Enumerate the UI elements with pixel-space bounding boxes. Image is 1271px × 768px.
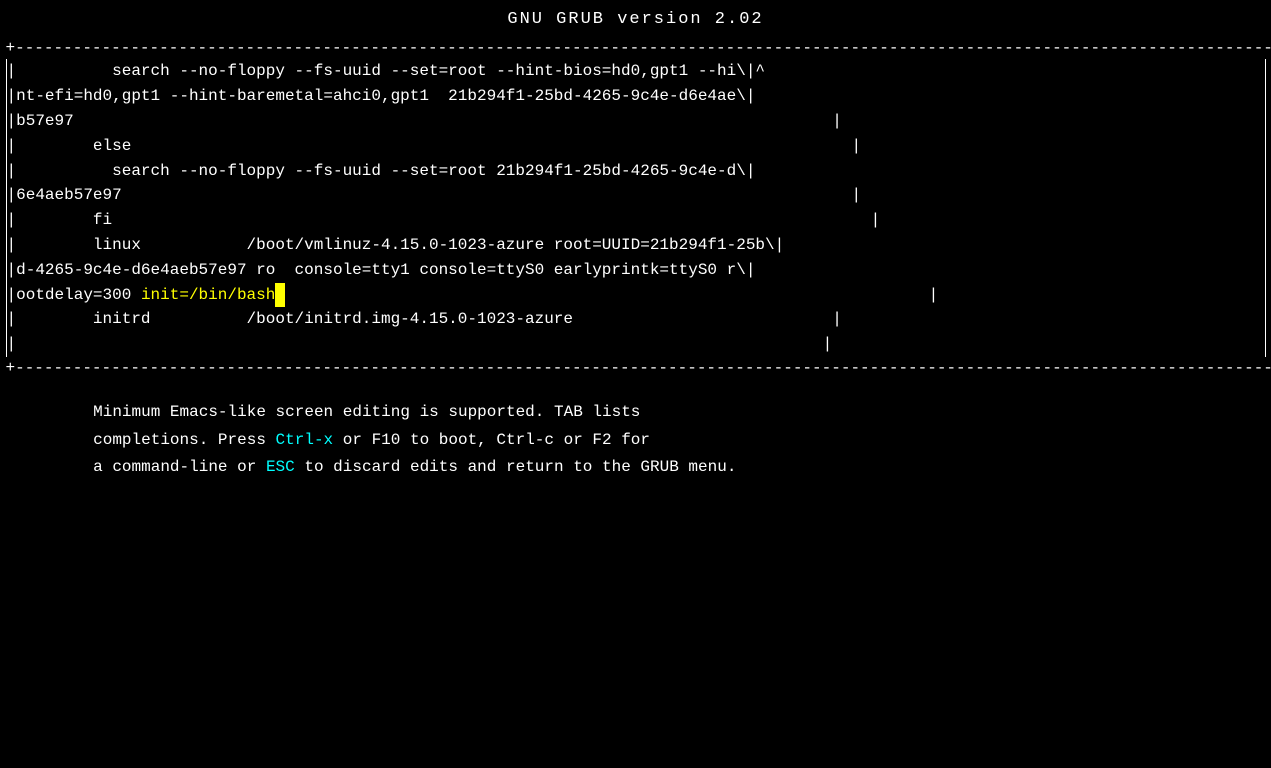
code-line-10: | ootdelay=300 init=/bin/bash | <box>7 283 1265 308</box>
line-content: nt-efi=hd0,gpt1 --hint-baremetal=ahci0,g… <box>16 84 1264 109</box>
init-bash-highlight: init=/bin/bash <box>141 286 275 304</box>
editor-box[interactable]: | search --no-floppy --fs-uuid --set=roo… <box>6 59 1266 357</box>
code-line-3: | b57e97 | <box>7 109 1265 134</box>
code-line-5: | search --no-floppy --fs-uuid --set=roo… <box>7 159 1265 184</box>
border-top: +---------------------------------------… <box>6 37 1266 59</box>
grub-title: GNU GRUB version 2.02 <box>507 10 763 29</box>
help-line-3: a command-line or ESC to discard edits a… <box>36 454 1236 481</box>
line-content: else | <box>16 134 1264 159</box>
pipe-left: | <box>7 332 17 357</box>
code-line-9: | d-4265-9c4e-d6e4aeb57e97 ro console=tt… <box>7 258 1265 283</box>
pipe-left: | <box>7 307 17 332</box>
esc-highlight: ESC <box>266 458 295 476</box>
pipe-left: | <box>7 109 17 134</box>
pipe-left: | <box>7 59 17 84</box>
code-line-7: | fi | <box>7 208 1265 233</box>
help-line-2: completions. Press Ctrl-x or F10 to boot… <box>36 427 1236 454</box>
code-line-1: | search --no-floppy --fs-uuid --set=roo… <box>7 59 1265 84</box>
line-content: linux /boot/vmlinuz-4.15.0-1023-azure ro… <box>16 233 1264 258</box>
help-line-1: Minimum Emacs-like screen editing is sup… <box>36 399 1236 426</box>
pipe-left: | <box>7 233 17 258</box>
line-content: fi | <box>16 208 1264 233</box>
line-content: ootdelay=300 init=/bin/bash | <box>16 283 1264 308</box>
line-content: b57e97 | <box>16 109 1264 134</box>
code-line-6: | 6e4aeb57e97 | <box>7 183 1265 208</box>
pipe-left: | <box>7 84 17 109</box>
line-content: d-4265-9c4e-d6e4aeb57e97 ro console=tty1… <box>16 258 1264 283</box>
pipe-left: | <box>7 159 17 184</box>
border-bottom: +---------------------------------------… <box>6 357 1266 379</box>
code-line-8: | linux /boot/vmlinuz-4.15.0-1023-azure … <box>7 233 1265 258</box>
line-content: 6e4aeb57e97 | <box>16 183 1264 208</box>
help-section: Minimum Emacs-like screen editing is sup… <box>36 399 1236 481</box>
pipe-left: | <box>7 258 17 283</box>
line-content: search --no-floppy --fs-uuid --set=root … <box>16 159 1264 184</box>
normal-text: ootdelay=300 <box>16 286 141 304</box>
pipe-left: | <box>7 283 17 308</box>
cursor <box>275 283 285 308</box>
line-content: initrd /boot/initrd.img-4.15.0-1023-azur… <box>16 307 1264 332</box>
code-line-12: | | <box>7 332 1265 357</box>
code-line-4: | else | <box>7 134 1265 159</box>
pipe-left: | <box>7 134 17 159</box>
pipe-left: | <box>7 208 17 233</box>
code-line-2: | nt-efi=hd0,gpt1 --hint-baremetal=ahci0… <box>7 84 1265 109</box>
code-line-11: | initrd /boot/initrd.img-4.15.0-1023-az… <box>7 307 1265 332</box>
line-content: search --no-floppy --fs-uuid --set=root … <box>16 59 1264 84</box>
line-content: | <box>16 332 1264 357</box>
padding: | <box>285 286 938 304</box>
ctrl-x-highlight: Ctrl-x <box>276 431 334 449</box>
pipe-left: | <box>7 183 17 208</box>
